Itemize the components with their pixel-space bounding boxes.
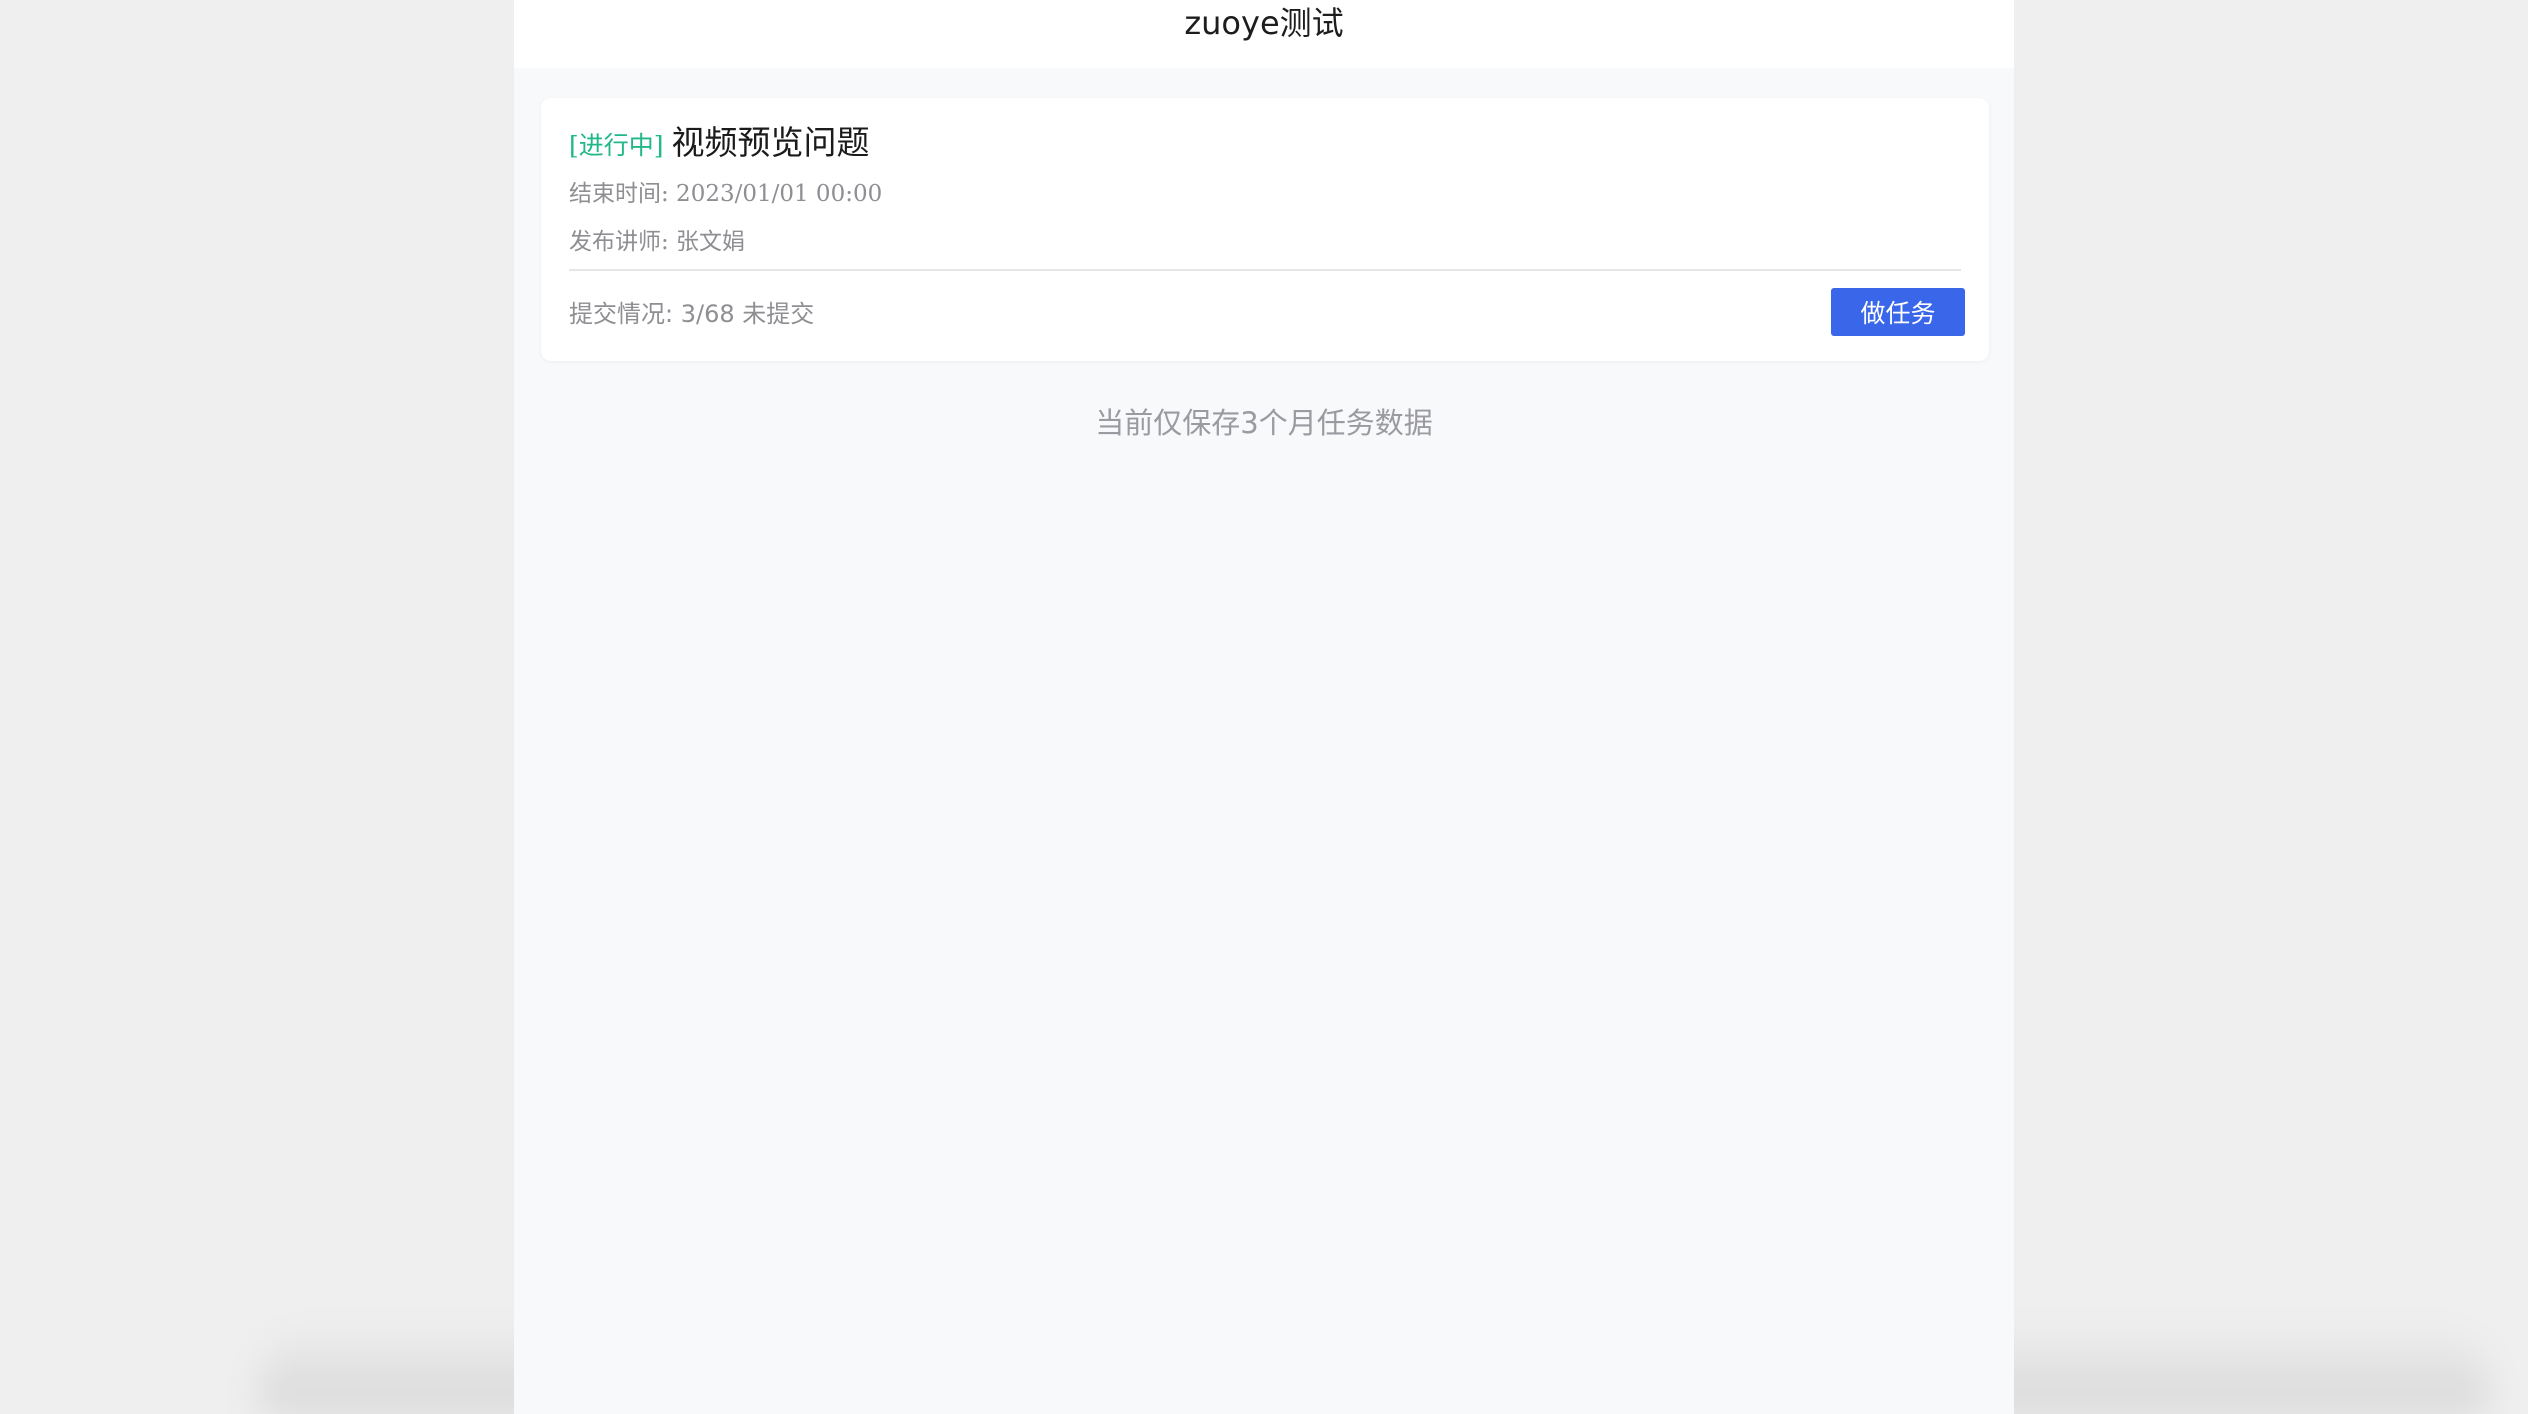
page-title: zuoye测试 (1184, 4, 1344, 42)
app-container: zuoye测试 [进行中] 视频预览问题 结束时间: 2023/01/01 00… (514, 0, 2014, 1414)
task-card[interactable]: [进行中] 视频预览问题 结束时间: 2023/01/01 00:00 发布讲师… (541, 98, 1989, 361)
status-badge: [进行中] (569, 131, 664, 160)
page-header: zuoye测试 (514, 0, 2014, 68)
end-time: 结束时间: 2023/01/01 00:00 (569, 181, 883, 207)
teacher: 发布讲师: 张文娟 (569, 229, 746, 255)
task-title: 视频预览问题 (671, 123, 870, 162)
submit-status: 提交情况: 3/68 未提交 (569, 300, 815, 328)
divider (569, 269, 1961, 271)
do-task-button[interactable]: 做任务 (1831, 288, 1965, 336)
retention-notice: 当前仅保存3个月任务数据 (1095, 406, 1433, 440)
task-title-row: [进行中] 视频预览问题 (569, 116, 870, 164)
window-background: zuoye测试 [进行中] 视频预览问题 结束时间: 2023/01/01 00… (0, 0, 2528, 1414)
